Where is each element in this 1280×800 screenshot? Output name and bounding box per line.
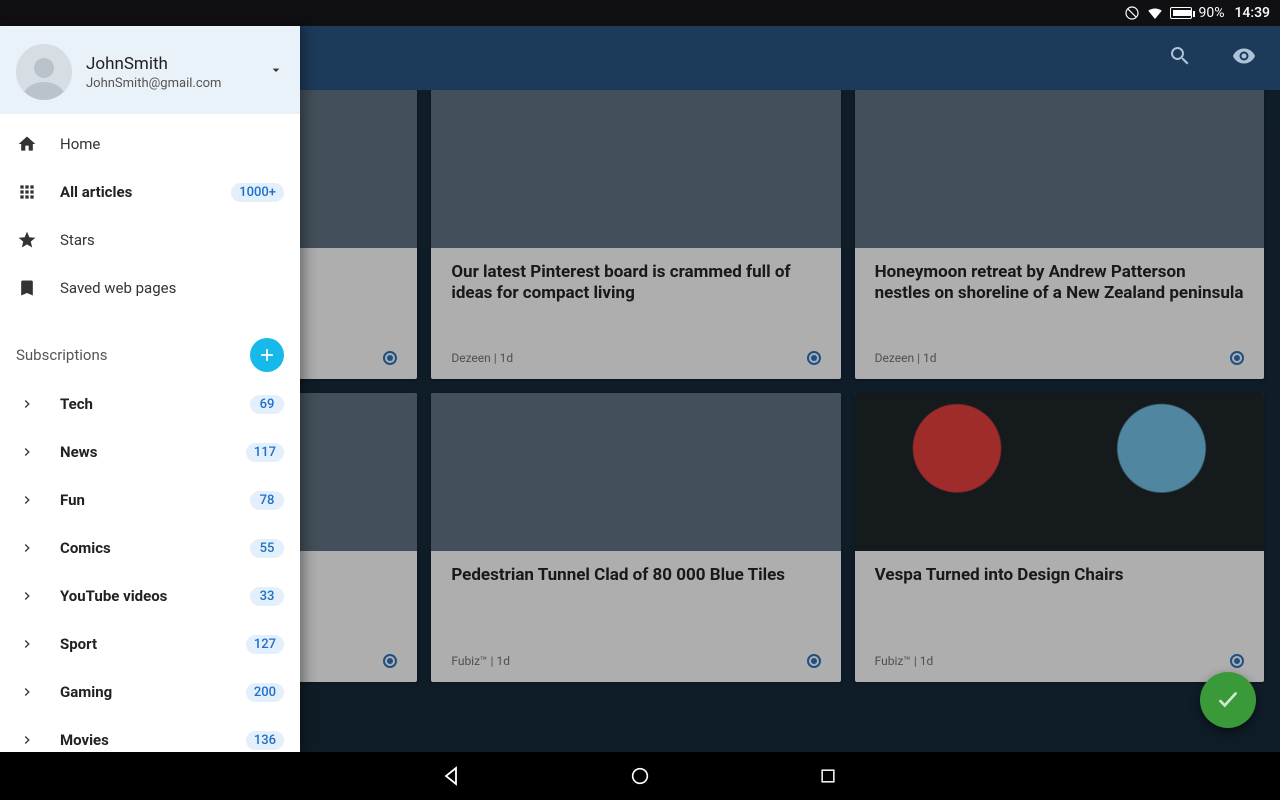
article-image — [431, 393, 840, 551]
primary-nav: Home All articles 1000+ Stars Saved web … — [0, 114, 300, 318]
count-badge: 117 — [246, 443, 284, 462]
article-meta: Fubiz™ | 1d — [875, 654, 934, 668]
count-badge: 200 — [246, 683, 284, 702]
article-card[interactable]: Vespa Turned into Design Chairs Fubiz™ |… — [855, 393, 1264, 682]
back-button[interactable] — [438, 762, 466, 790]
bookmark-icon — [16, 278, 38, 298]
no-sim-icon — [1124, 5, 1140, 21]
home-icon — [16, 134, 38, 154]
chevron-right-icon — [20, 589, 34, 603]
subscriptions-title: Subscriptions — [16, 346, 107, 364]
article-title: Our latest Pinterest board is crammed fu… — [451, 262, 820, 305]
count-badge: 69 — [250, 395, 284, 414]
article-image — [855, 90, 1264, 248]
subscription-item-movies[interactable]: Movies 136 — [0, 716, 300, 764]
article-image — [855, 393, 1264, 551]
count-badge: 1000+ — [231, 183, 284, 202]
subscription-item-comics[interactable]: Comics 55 — [0, 524, 300, 572]
subscription-label: Gaming — [60, 683, 224, 701]
nav-home[interactable]: Home — [0, 120, 300, 168]
count-badge: 136 — [246, 731, 284, 750]
add-subscription-button[interactable] — [250, 338, 284, 372]
count-badge: 127 — [246, 635, 284, 654]
chevron-right-icon — [20, 637, 34, 651]
subscriptions-header: Subscriptions — [0, 334, 300, 380]
article-title: Vespa Turned into Design Chairs — [875, 565, 1244, 586]
subscription-label: Sport — [60, 635, 224, 653]
square-icon — [818, 766, 838, 786]
article-title: Pedestrian Tunnel Clad of 80 000 Blue Ti… — [451, 565, 820, 586]
chevron-right-icon — [20, 397, 34, 411]
chevron-right-icon — [20, 493, 34, 507]
subscription-label: Fun — [60, 491, 228, 509]
avatar — [16, 44, 72, 100]
subscription-item-fun[interactable]: Fun 78 — [0, 476, 300, 524]
subscription-label: Movies — [60, 731, 224, 749]
article-card[interactable]: Honeymoon retreat by Andrew Patterson ne… — [855, 90, 1264, 379]
profile-name: JohnSmith — [86, 54, 221, 74]
check-icon — [1215, 687, 1241, 713]
recents-button[interactable] — [814, 762, 842, 790]
subscription-item-gaming[interactable]: Gaming 200 — [0, 668, 300, 716]
plus-icon — [258, 346, 276, 364]
article-meta: Dezeen | 1d — [875, 351, 937, 365]
article-title: Honeymoon retreat by Andrew Patterson ne… — [875, 262, 1244, 305]
subscription-label: News — [60, 443, 224, 461]
navigation-drawer: JohnSmith JohnSmith@gmail.com Home All a… — [0, 26, 300, 752]
nav-label: Saved web pages — [60, 279, 284, 297]
home-button[interactable] — [626, 762, 654, 790]
eye-icon — [1232, 44, 1256, 68]
unread-indicator-icon[interactable] — [1230, 351, 1244, 365]
article-meta: Dezeen | 1d — [451, 351, 513, 365]
wifi-icon — [1146, 4, 1164, 22]
count-badge: 33 — [250, 587, 284, 606]
subscription-item-news[interactable]: News 117 — [0, 428, 300, 476]
clock: 14:39 — [1234, 5, 1270, 21]
unread-indicator-icon[interactable] — [807, 351, 821, 365]
caret-down-icon — [268, 62, 284, 78]
status-bar: 90% 14:39 — [0, 0, 1280, 26]
subscription-item-sport[interactable]: Sport 127 — [0, 620, 300, 668]
unread-indicator-icon[interactable] — [1230, 654, 1244, 668]
circle-icon — [629, 765, 651, 787]
article-image — [431, 90, 840, 248]
search-button[interactable] — [1160, 36, 1200, 80]
back-icon — [440, 764, 464, 788]
article-card[interactable]: Our latest Pinterest board is crammed fu… — [431, 90, 840, 379]
count-badge: 55 — [250, 539, 284, 558]
subscription-label: Tech — [60, 395, 228, 413]
nav-label: All articles — [60, 183, 209, 201]
article-meta: Fubiz™ | 1d — [451, 654, 510, 668]
visibility-button[interactable] — [1224, 36, 1264, 80]
nav-stars[interactable]: Stars — [0, 216, 300, 264]
mark-read-fab[interactable] — [1200, 672, 1256, 728]
subscription-item-tech[interactable]: Tech 69 — [0, 380, 300, 428]
chevron-right-icon — [20, 685, 34, 699]
nav-label: Stars — [60, 231, 284, 249]
battery-icon — [1170, 7, 1192, 19]
battery-percentage: 90% — [1198, 5, 1224, 21]
search-icon — [1168, 44, 1192, 68]
subscription-label: Comics — [60, 539, 228, 557]
unread-indicator-icon[interactable] — [807, 654, 821, 668]
subscription-list: Tech 69 News 117 Fun 78 Comics 55 YouTub… — [0, 380, 300, 764]
article-card[interactable]: Pedestrian Tunnel Clad of 80 000 Blue Ti… — [431, 393, 840, 682]
nav-label: Home — [60, 135, 284, 153]
subscription-label: YouTube videos — [60, 587, 228, 605]
unread-indicator-icon[interactable] — [383, 351, 397, 365]
profile-email: JohnSmith@gmail.com — [86, 76, 221, 91]
profile-header[interactable]: JohnSmith JohnSmith@gmail.com — [0, 26, 300, 114]
count-badge: 78 — [250, 491, 284, 510]
account-dropdown-toggle[interactable] — [268, 62, 284, 82]
chevron-right-icon — [20, 733, 34, 747]
chevron-right-icon — [20, 541, 34, 555]
chevron-right-icon — [20, 445, 34, 459]
nav-saved-pages[interactable]: Saved web pages — [0, 264, 300, 312]
nav-all-articles[interactable]: All articles 1000+ — [0, 168, 300, 216]
unread-indicator-icon[interactable] — [383, 654, 397, 668]
star-icon — [16, 230, 38, 250]
grid-icon — [16, 182, 38, 202]
subscription-item-youtube[interactable]: YouTube videos 33 — [0, 572, 300, 620]
